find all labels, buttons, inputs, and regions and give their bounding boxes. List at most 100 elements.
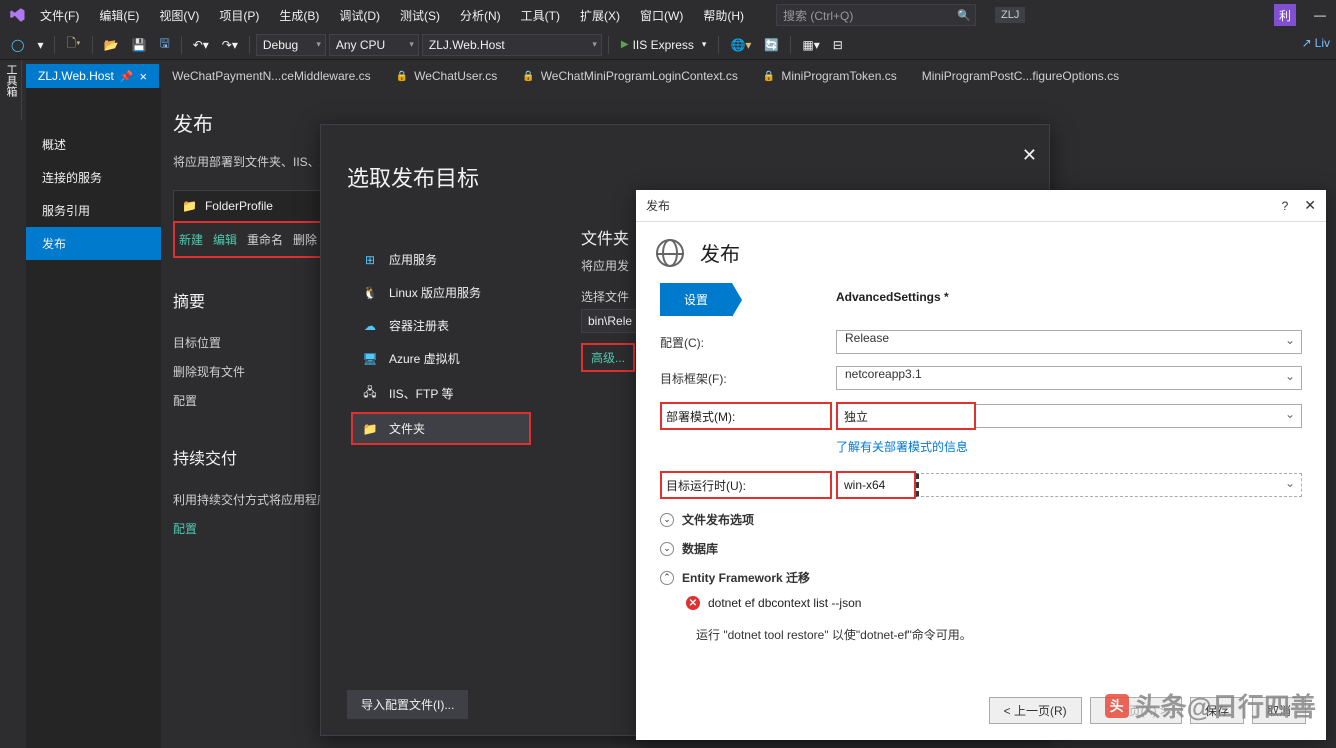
runtime-combo[interactable]: win-x64	[836, 471, 916, 499]
live-share-button[interactable]: ↗Liv	[1302, 36, 1330, 50]
redo-icon[interactable]: ↷▾	[217, 35, 243, 55]
target-registry[interactable]: ☁容器注册表	[351, 309, 531, 342]
document-tabs: ZLJ.Web.Host 📌 × WeChatPaymentN...ceMidd…	[0, 60, 1336, 88]
minimize-icon[interactable]: —	[1314, 8, 1326, 22]
profile-name: FolderProfile	[205, 199, 273, 213]
back-button[interactable]: < 上一页(R)	[989, 697, 1082, 724]
menu-analyze[interactable]: 分析(N)	[452, 3, 509, 28]
nav-fwd-icon[interactable]: ▾	[32, 35, 48, 55]
nav-back-icon[interactable]: ◯	[6, 35, 29, 55]
target-iisftp[interactable]: 🖧IIS、FTP 等	[351, 375, 531, 412]
cd-heading: 持续交付	[173, 445, 339, 469]
runtime-label: 目标运行时(U):	[660, 471, 832, 499]
tab-5[interactable]: MiniProgramPostC...figureOptions.cs	[910, 64, 1131, 88]
import-profile-button[interactable]: 导入配置文件(I)...	[347, 690, 468, 719]
startup-combo[interactable]: ZLJ.Web.Host	[422, 34, 602, 56]
share-icon: ↗	[1302, 36, 1312, 50]
ef-command: dotnet ef dbcontext list --json	[708, 596, 861, 610]
deploy-mode-combo[interactable]: 独立	[836, 402, 976, 430]
tab-2[interactable]: 🔒WeChatUser.cs	[384, 64, 510, 88]
save-all-icon[interactable]: 🖫	[154, 31, 174, 58]
delete-link[interactable]: 删除	[293, 231, 317, 248]
menu-extensions[interactable]: 扩展(X)	[572, 3, 628, 28]
browser-icon[interactable]: 🌐▾	[725, 35, 756, 55]
menu-file[interactable]: 文件(F)	[32, 3, 87, 28]
close-icon[interactable]: ✕	[1304, 197, 1316, 214]
tab-1[interactable]: WeChatPaymentN...ceMiddleware.cs	[160, 64, 383, 88]
path-input[interactable]: bin\Rele	[581, 309, 641, 333]
solution-name: ZLJ	[995, 7, 1025, 23]
menu-tools[interactable]: 工具(T)	[513, 3, 568, 28]
menu-edit[interactable]: 编辑(E)	[91, 3, 147, 28]
deploy-mode-label: 部署模式(M):	[660, 402, 832, 430]
menu-project[interactable]: 项目(P)	[211, 3, 267, 28]
target-linux[interactable]: 🐧Linux 版应用服务	[351, 276, 531, 309]
target-list: ⊞应用服务 🐧Linux 版应用服务 ☁容器注册表 🖥Azure 虚拟机 🖧II…	[321, 213, 551, 445]
pin-icon[interactable]: 📌	[120, 70, 134, 83]
new-item-icon[interactable]: 🗋▾	[61, 31, 85, 58]
nav-overview[interactable]: 概述	[26, 128, 161, 161]
nav-references[interactable]: 服务引用	[26, 194, 161, 227]
error-icon: ✕	[686, 596, 700, 610]
dialog-header: 发布 ? ✕	[636, 190, 1326, 222]
help-icon[interactable]: ?	[1282, 199, 1289, 213]
config-combo[interactable]: Debug	[256, 34, 326, 56]
dialog-close-icon[interactable]: ✕	[1022, 145, 1037, 166]
target-azurevm[interactable]: 🖥Azure 虚拟机	[351, 342, 531, 375]
menu-view[interactable]: 视图(V)	[151, 3, 207, 28]
publish-dialog: 发布 ? ✕ 发布 设置 AdvancedSettings * 配置(C): R…	[636, 190, 1326, 740]
nav-publish[interactable]: 发布	[26, 227, 161, 260]
iis-icon: 🖧	[361, 383, 379, 404]
menu-debug[interactable]: 调试(D)	[331, 3, 388, 28]
rename-link[interactable]: 重命名	[247, 231, 283, 248]
target-appservice[interactable]: ⊞应用服务	[351, 243, 531, 276]
advanced-link[interactable]: 高级...	[581, 343, 635, 372]
database-expander[interactable]: ⌄数据库	[636, 534, 1326, 563]
search-placeholder: 搜索 (Ctrl+Q)	[783, 7, 853, 24]
framework-combo[interactable]: netcoreapp3.1	[836, 366, 1302, 390]
settings-tab[interactable]: 设置	[660, 283, 732, 316]
layout-icon[interactable]: ▦▾	[797, 35, 824, 55]
publish-desc: 将应用部署到文件夹、IIS、Az	[173, 153, 339, 170]
target-folder[interactable]: 📁文件夹	[351, 412, 531, 445]
search-icon: 🔍	[957, 9, 971, 22]
menu-help[interactable]: 帮助(H)	[695, 3, 752, 28]
save-icon[interactable]: 💾	[127, 35, 152, 55]
chevron-down-icon: ⌄	[660, 542, 674, 556]
user-badge[interactable]: 利	[1274, 4, 1296, 26]
menu-build[interactable]: 生成(B)	[271, 3, 327, 28]
menu-window[interactable]: 窗口(W)	[632, 3, 691, 28]
toolbox-tab[interactable]: 工具箱	[0, 60, 22, 120]
close-icon[interactable]: ×	[140, 69, 148, 84]
play-icon: ▶	[621, 39, 629, 50]
tab-3[interactable]: 🔒WeChatMiniProgramLoginContext.cs	[510, 64, 750, 88]
tab-active[interactable]: ZLJ.Web.Host 📌 ×	[26, 64, 159, 88]
ef-note: 运行 "dotnet tool restore" 以使"dotnet-ef"命令…	[636, 614, 1326, 643]
nav-services[interactable]: 连接的服务	[26, 161, 161, 194]
tab-4[interactable]: 🔒MiniProgramToken.cs	[751, 64, 909, 88]
new-link[interactable]: 新建	[179, 231, 203, 248]
ef-expander[interactable]: ⌃Entity Framework 迁移	[636, 563, 1326, 592]
config-combo[interactable]: Release	[836, 330, 1302, 354]
run-button[interactable]: ▶IIS Express▾	[615, 38, 713, 52]
appservice-icon: ⊞	[361, 253, 379, 267]
file-options-expander[interactable]: ⌄文件发布选项	[636, 505, 1326, 534]
linux-icon: 🐧	[361, 286, 379, 300]
tool-icon[interactable]: ⊟	[828, 35, 848, 55]
edit-link[interactable]: 编辑	[213, 231, 237, 248]
search-input[interactable]: 搜索 (Ctrl+Q) 🔍	[776, 4, 976, 26]
undo-icon[interactable]: ↶▾	[188, 35, 214, 55]
deploy-mode-combo-ext[interactable]	[976, 404, 1302, 428]
deploy-mode-info-link[interactable]: 了解有关部署模式的信息	[636, 436, 1326, 465]
refresh-icon[interactable]: 🔄	[759, 35, 784, 55]
platform-combo[interactable]: Any CPU	[329, 34, 419, 56]
cd-config-link[interactable]: 配置	[173, 514, 339, 543]
runtime-combo-ext[interactable]	[916, 473, 1302, 497]
open-icon[interactable]: 📂	[99, 35, 124, 55]
del-existing: 删除现有文件	[173, 357, 339, 386]
watermark: 头 头条@日行四善	[1105, 687, 1316, 724]
menu-test[interactable]: 测试(S)	[392, 3, 448, 28]
profile-selector[interactable]: 📁 FolderProfile	[173, 190, 339, 222]
profile-actions: 新建 编辑 重命名 删除	[173, 221, 323, 258]
folder-icon: 📁	[182, 199, 197, 213]
